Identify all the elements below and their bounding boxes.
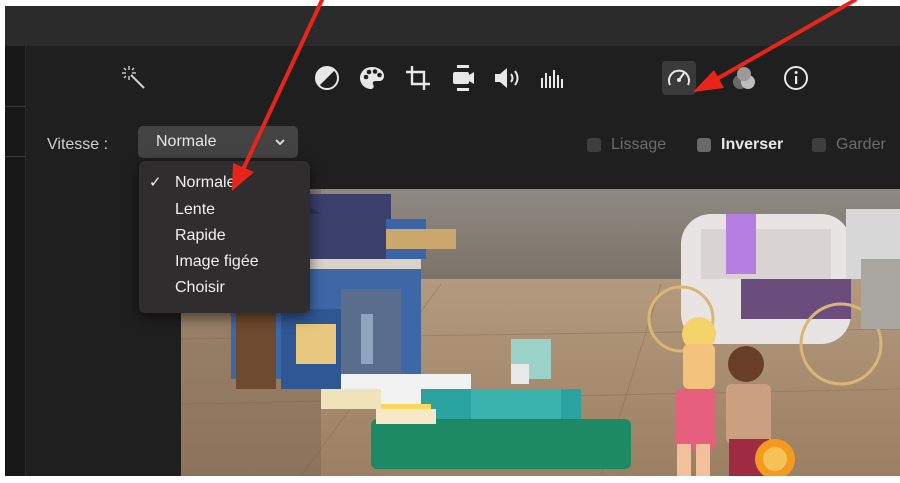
color-balance-icon[interactable] [310, 61, 344, 95]
color-palette-icon[interactable] [355, 61, 389, 95]
keep-label: Garder [836, 136, 886, 153]
equalizer-icon[interactable] [536, 61, 570, 95]
title-bar [5, 6, 900, 46]
keep-checkbox[interactable] [812, 138, 826, 152]
crop-icon[interactable] [401, 61, 435, 95]
chevron-down-icon [275, 139, 285, 146]
volume-icon[interactable] [491, 61, 525, 95]
app-window: Vitesse : Normale Lissage Inverser Garde… [5, 6, 900, 476]
keep-option[interactable]: Garder [812, 136, 886, 154]
speed-select[interactable]: Normale [138, 126, 298, 158]
speed-dropdown-menu: ✓ Normale Lente Rapide Image figée Chois… [139, 161, 310, 313]
smoothing-label: Lissage [611, 136, 667, 153]
info-icon[interactable] [779, 61, 813, 95]
filters-icon[interactable] [727, 61, 761, 95]
menu-item-choisir[interactable]: Choisir [175, 278, 225, 298]
speed-label: Vitesse : [47, 136, 109, 153]
smoothing-option[interactable]: Lissage [587, 136, 666, 154]
menu-item-image-figee[interactable]: Image figée [175, 252, 259, 272]
checkmark-icon: ✓ [149, 174, 162, 191]
speed-select-value: Normale [156, 133, 217, 150]
reverse-option[interactable]: Inverser [697, 136, 783, 154]
sidebar-divider [5, 156, 25, 157]
magic-wand-icon[interactable] [117, 61, 151, 95]
menu-item-normale[interactable]: Normale [175, 173, 235, 193]
reverse-checkbox[interactable] [697, 138, 711, 152]
stabilization-icon[interactable] [446, 61, 480, 95]
menu-item-lente[interactable]: Lente [175, 200, 215, 220]
left-sidebar [5, 46, 26, 476]
speed-icon[interactable] [662, 61, 696, 95]
reverse-label: Inverser [721, 136, 784, 153]
sidebar-divider [5, 106, 25, 107]
menu-item-rapide[interactable]: Rapide [175, 226, 226, 246]
smoothing-checkbox[interactable] [587, 138, 601, 152]
